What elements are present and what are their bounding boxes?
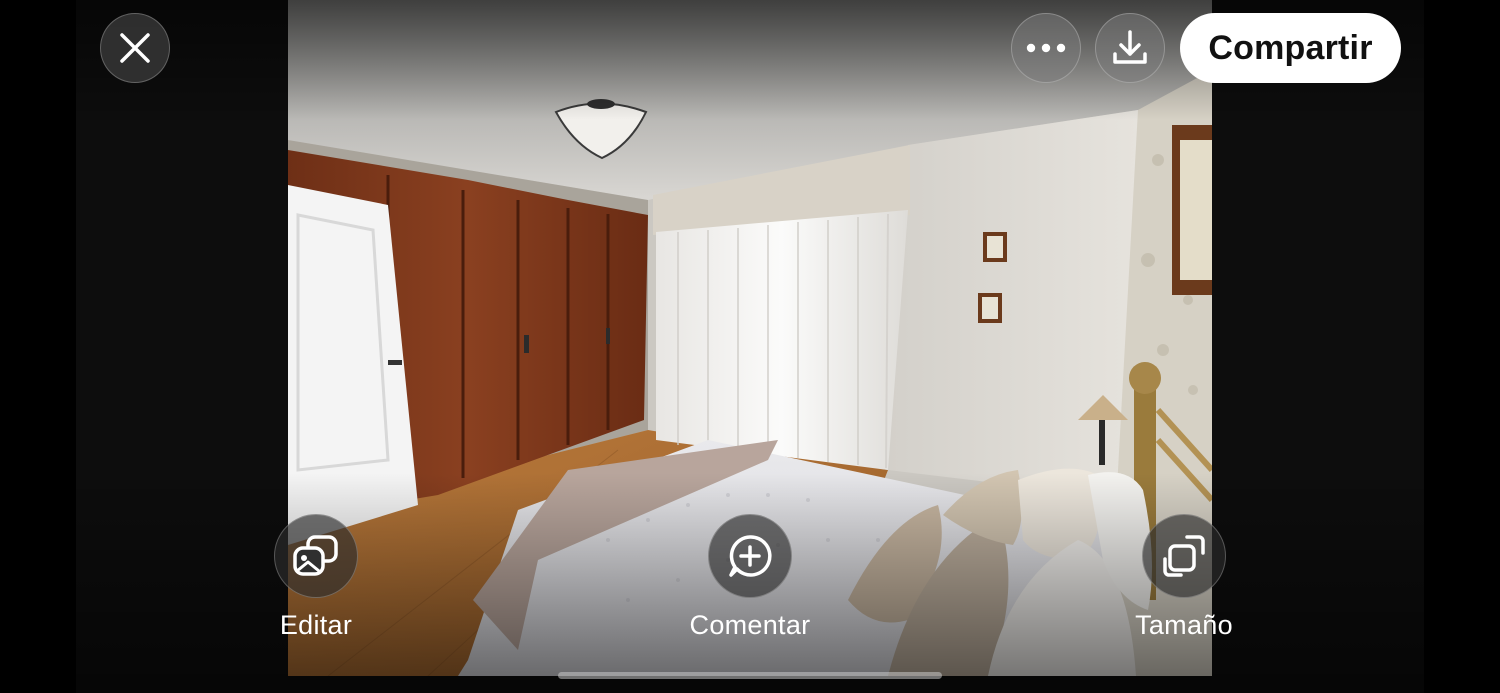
image-viewer: Compartir Editar Comentar Tamaño [76, 0, 1424, 693]
size-action[interactable]: Tamaño [1094, 514, 1274, 644]
comment-action[interactable]: Comentar [660, 514, 840, 644]
download-button[interactable] [1095, 13, 1165, 83]
share-button-label: Compartir [1208, 28, 1373, 67]
home-indicator[interactable] [558, 672, 942, 679]
download-icon [1113, 30, 1147, 64]
comment-action-label: Comentar [689, 610, 811, 640]
more-horizontal-icon [1026, 43, 1066, 53]
comment-action-button[interactable] [708, 514, 792, 598]
edit-action-button[interactable] [274, 514, 358, 598]
resize-icon [1163, 535, 1205, 577]
share-button[interactable]: Compartir [1180, 13, 1401, 83]
edit-action[interactable]: Editar [226, 514, 406, 644]
close-icon [120, 33, 150, 63]
edit-action-label: Editar [279, 610, 353, 640]
size-action-button[interactable] [1142, 514, 1226, 598]
edit-photo-icon [293, 535, 338, 576]
add-comment-icon [729, 535, 772, 577]
more-options-button[interactable] [1011, 13, 1081, 83]
size-action-label: Tamaño [1135, 610, 1233, 640]
close-button[interactable] [100, 13, 170, 83]
